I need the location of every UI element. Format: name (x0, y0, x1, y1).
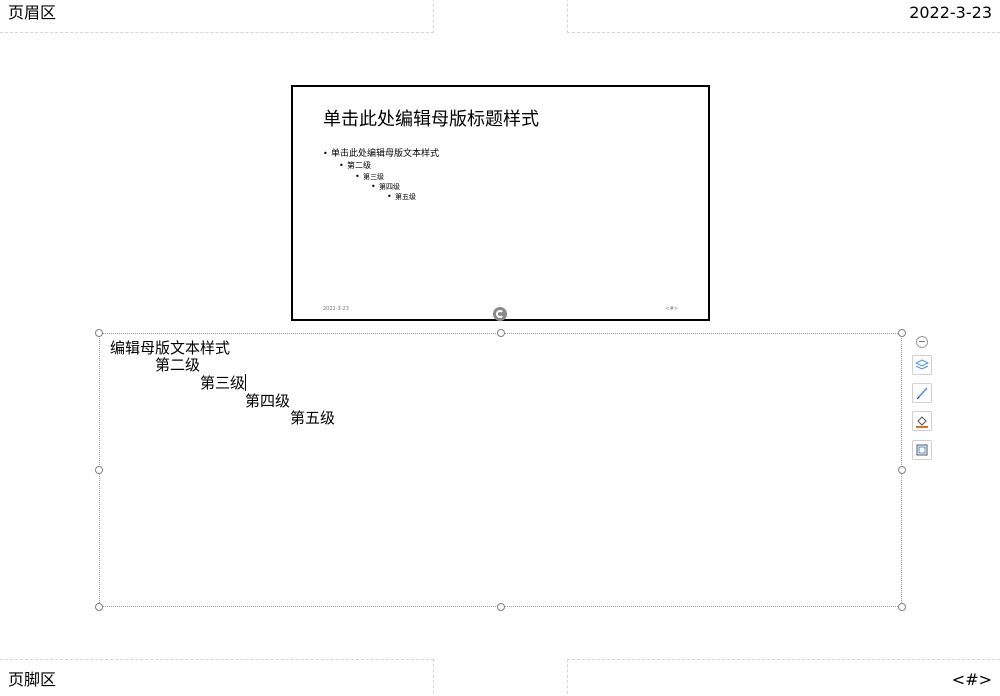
text-caret (245, 374, 247, 391)
date-text: 2022-3-23 (909, 3, 992, 22)
footer-text: 页脚区 (8, 670, 57, 689)
border-button[interactable] (912, 440, 932, 460)
notes-text-level-3: 第三级 (200, 374, 247, 392)
page-number-placeholder[interactable]: <#> (567, 659, 1000, 696)
slide-bullet-level-3: 第三级 (355, 172, 384, 182)
resize-handle-top[interactable] (497, 329, 505, 337)
header-text: 页眉区 (8, 3, 57, 22)
layers-button[interactable] (912, 355, 932, 375)
slide-title: 单击此处编辑母版标题样式 (323, 109, 539, 130)
slide-bullet-level-2: 第二级 (339, 161, 371, 171)
slide-bullet-level-4: 第四级 (371, 182, 400, 192)
resize-handle-bottom-left[interactable] (95, 603, 103, 611)
resize-handle-left[interactable] (95, 466, 103, 474)
border-icon (916, 444, 928, 456)
notes-text-level-5: 第五级 (290, 409, 336, 427)
rotate-handle-icon[interactable] (493, 307, 507, 321)
resize-handle-right[interactable] (898, 466, 906, 474)
header-placeholder[interactable]: 页眉区 (0, 0, 434, 33)
notes-text-level-2: 第二级 (155, 356, 201, 374)
notes-text-level-4: 第四级 (245, 392, 291, 410)
slide-number: <#> (665, 306, 678, 312)
resize-handle-bottom-right[interactable] (898, 603, 906, 611)
layers-icon (915, 359, 929, 370)
slide-bullet-level-1: 单击此处编辑母版文本样式 (323, 149, 439, 159)
fill-button[interactable] (912, 411, 932, 431)
resize-handle-top-right[interactable] (898, 329, 906, 337)
page-number-text: <#> (951, 670, 992, 689)
notes-master-page: 页眉区 2022-3-23 单击此处编辑母版标题样式 单击此处编辑母版文本样式 … (0, 0, 1000, 696)
footer-placeholder[interactable]: 页脚区 (0, 659, 434, 696)
slide-date: 2022-3-23 (323, 306, 349, 312)
slide-bullet-level-5: 第五级 (387, 192, 416, 202)
fill-icon (916, 416, 928, 428)
notes-body-placeholder[interactable]: 编辑母版文本样式 第二级 第三级 第四级 第五级 (95, 329, 906, 611)
date-placeholder[interactable]: 2022-3-23 (567, 0, 1000, 33)
pen-icon (916, 387, 928, 400)
pen-button[interactable] (912, 383, 932, 403)
collapse-icon[interactable] (916, 336, 928, 348)
resize-handle-bottom[interactable] (497, 603, 505, 611)
resize-handle-top-left[interactable] (95, 329, 103, 337)
slide-image-placeholder[interactable]: 单击此处编辑母版标题样式 单击此处编辑母版文本样式 第二级 第三级 第四级 第五… (291, 85, 710, 321)
notes-text-level-1: 编辑母版文本样式 (110, 339, 231, 357)
